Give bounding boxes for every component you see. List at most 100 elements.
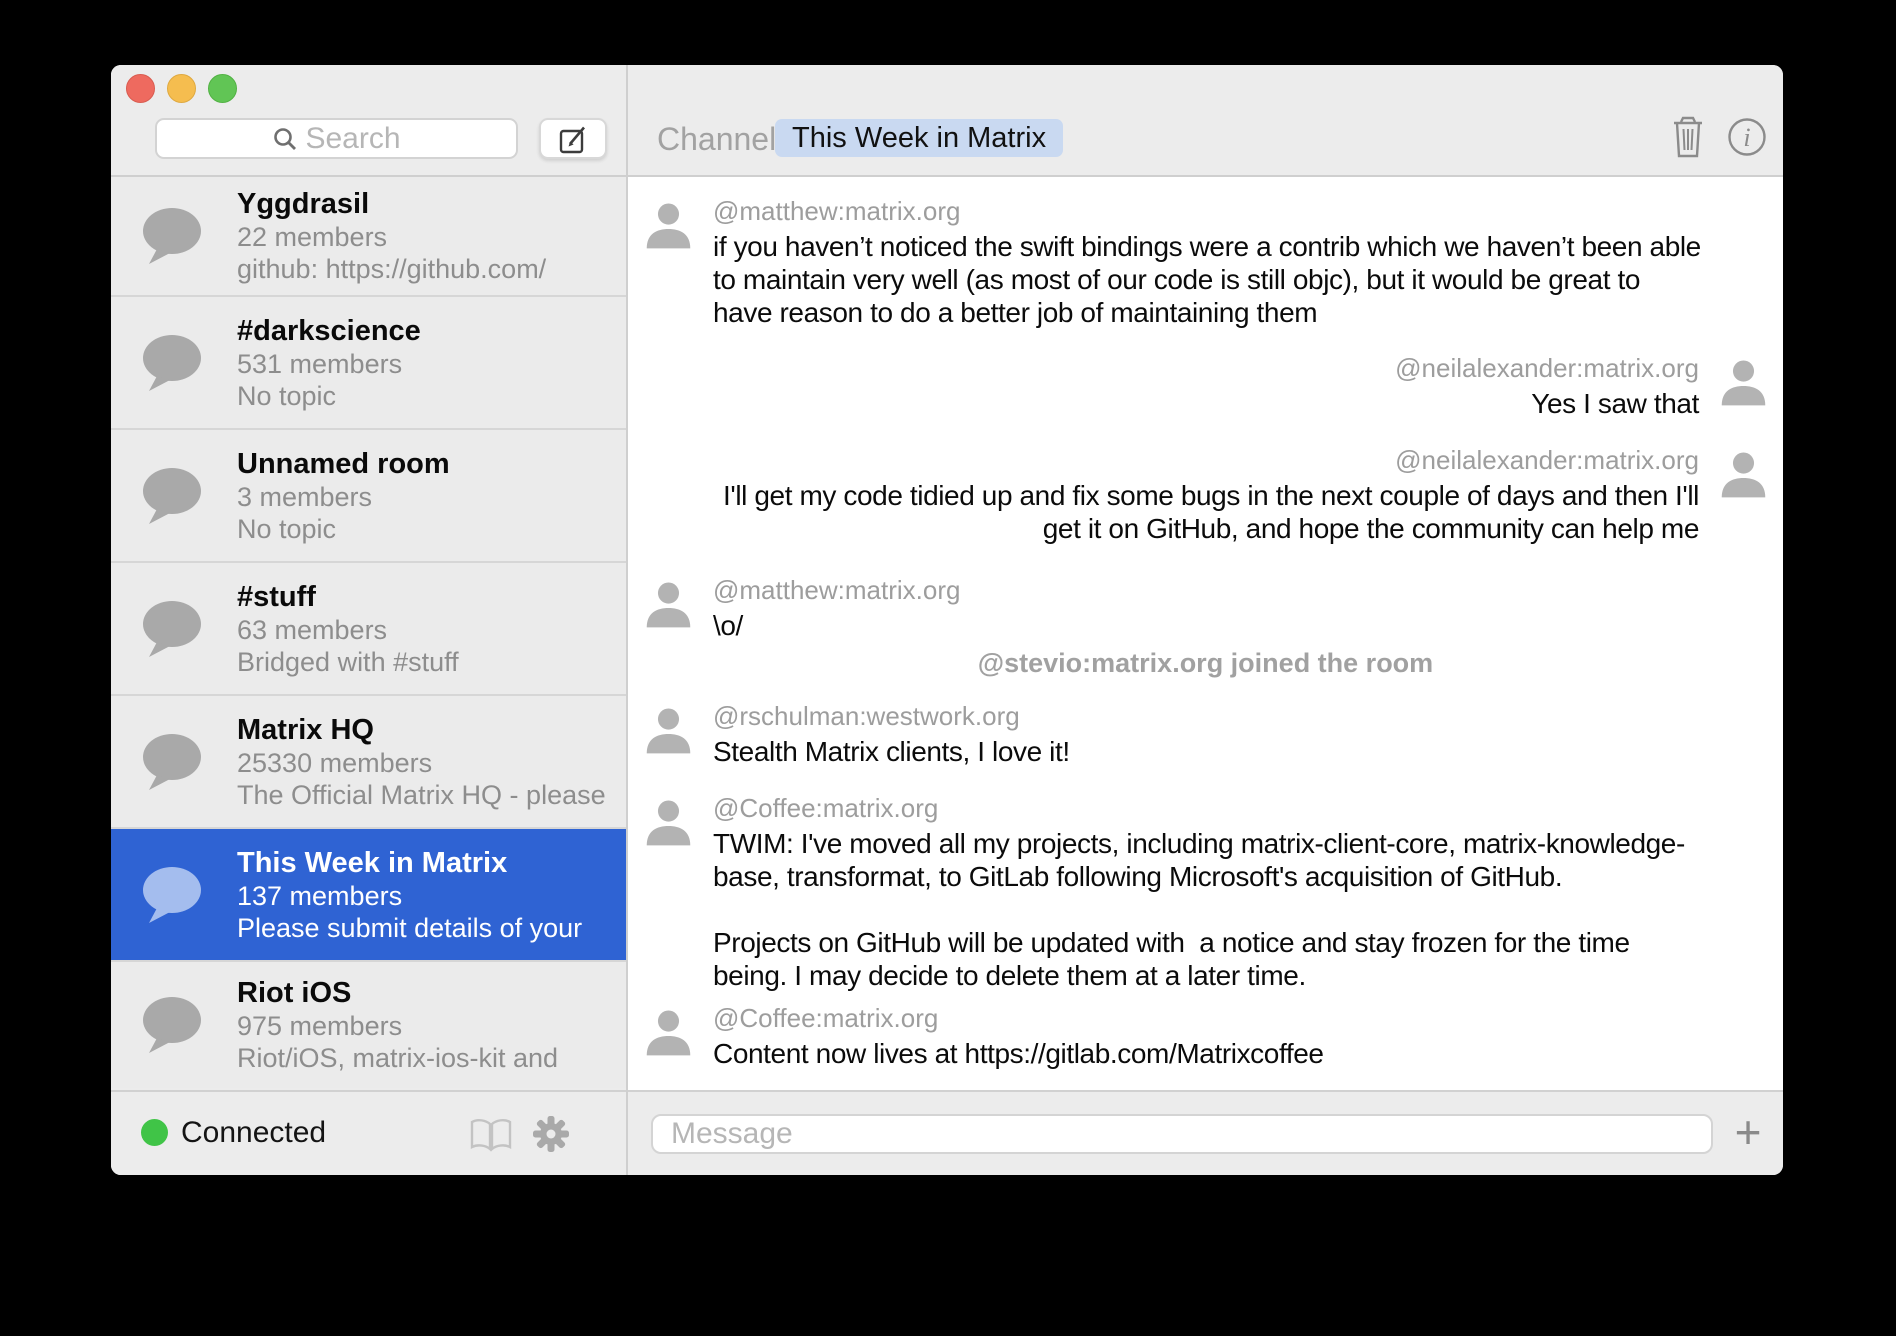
svg-text:i: i xyxy=(1743,123,1750,152)
message-group: @matthew:matrix.org if you haven’t notic… xyxy=(628,196,1783,329)
compose-icon xyxy=(557,123,589,155)
room-members: 531 members xyxy=(237,348,609,380)
room-topic: The Official Matrix HQ - please xyxy=(237,779,609,811)
speech-bubble-icon xyxy=(142,467,204,525)
room-members: 22 members xyxy=(237,221,609,253)
message-text xyxy=(713,893,1699,926)
message-group: @Coffee:matrix.org Content now lives at … xyxy=(628,1003,1783,1070)
room-row-darkscience[interactable]: #darkscience 531 members No topic xyxy=(111,297,626,430)
message-text: \o/ xyxy=(713,609,1699,642)
room-members: 3 members xyxy=(237,481,609,513)
room-members: 975 members xyxy=(237,1010,609,1042)
close-button[interactable] xyxy=(126,74,155,103)
message-sender: @matthew:matrix.org xyxy=(713,575,1699,605)
sidebar: Search Yggdrasil 22 members github: http… xyxy=(111,65,626,1175)
room-name: Unnamed room xyxy=(237,447,626,481)
sidebar-toolbar[interactable]: Search xyxy=(111,65,626,177)
room-row-riot-ios[interactable]: Riot iOS 975 members Riot/iOS, matrix-io… xyxy=(111,962,626,1088)
channel-toolbar[interactable]: Channel: This Week in Matrix i xyxy=(628,65,1783,177)
trash-icon xyxy=(1668,115,1708,159)
room-topic: Please submit details of your xyxy=(237,912,609,944)
room-name: #darkscience xyxy=(237,314,626,348)
room-topic: No topic xyxy=(237,513,609,545)
room-row-yggdrasil[interactable]: Yggdrasil 22 members github: https://git… xyxy=(111,177,626,297)
room-list: Yggdrasil 22 members github: https://git… xyxy=(111,177,626,1090)
room-topic: Riot/iOS, matrix-ios-kit and xyxy=(237,1042,609,1074)
message-text: Content now lives at https://gitlab.com/… xyxy=(713,1037,1699,1070)
room-row-stuff[interactable]: #stuff 63 members Bridged with #stuff xyxy=(111,563,626,696)
room-row-matrix-hq[interactable]: Matrix HQ 25330 members The Official Mat… xyxy=(111,696,626,829)
message-sender: @rschulman:westwork.org xyxy=(713,701,1699,731)
message-group: @Coffee:matrix.org TWIM: I've moved all … xyxy=(628,793,1783,992)
message-text: if you haven’t noticed the swift binding… xyxy=(713,230,1699,263)
room-name: #stuff xyxy=(237,580,626,614)
speech-bubble-icon xyxy=(142,334,204,392)
speech-bubble-icon xyxy=(142,600,204,658)
message-group: @neilalexander:matrix.org I'll get my co… xyxy=(628,445,1783,545)
person-avatar-icon xyxy=(640,795,697,850)
speech-bubble-icon xyxy=(142,996,204,1054)
person-avatar-icon xyxy=(1715,355,1772,410)
delete-room-button[interactable] xyxy=(1668,115,1708,162)
person-avatar-icon xyxy=(640,198,697,253)
message-text: to maintain very well (as most of our co… xyxy=(713,263,1699,296)
channel-label: Channel: xyxy=(657,121,785,158)
message-text: get it on GitHub, and hope the community… xyxy=(713,512,1699,545)
message-text: have reason to do a better job of mainta… xyxy=(713,296,1699,329)
message-text: Stealth Matrix clients, I love it! xyxy=(713,735,1699,768)
message-sender: @neilalexander:matrix.org xyxy=(713,353,1699,383)
plus-icon: + xyxy=(1735,1106,1762,1158)
speech-bubble-icon xyxy=(142,866,204,924)
room-name: Matrix HQ xyxy=(237,713,626,747)
connection-status-dot xyxy=(141,1119,168,1146)
book-icon xyxy=(469,1118,513,1152)
minimize-button[interactable] xyxy=(167,74,196,103)
message-timeline[interactable]: @matthew:matrix.org if you haven’t notic… xyxy=(628,177,1783,1090)
message-sender: @Coffee:matrix.org xyxy=(713,1003,1699,1033)
search-input[interactable]: Search xyxy=(155,118,518,159)
message-sender: @Coffee:matrix.org xyxy=(713,793,1699,823)
system-message: @stevio:matrix.org joined the room xyxy=(628,648,1783,679)
search-placeholder: Search xyxy=(305,122,400,156)
room-topic: No topic xyxy=(237,380,609,412)
speech-bubble-icon xyxy=(142,733,204,791)
room-name: Riot iOS xyxy=(237,976,626,1010)
info-icon: i xyxy=(1727,117,1767,157)
message-sender: @matthew:matrix.org xyxy=(713,196,1699,226)
room-name: Yggdrasil xyxy=(237,187,626,221)
message-text: base, transformat, to GitLab following M… xyxy=(713,860,1699,893)
person-avatar-icon xyxy=(640,577,697,632)
status-bar: Connected xyxy=(111,1090,626,1175)
message-group: @neilalexander:matrix.org Yes I saw that xyxy=(628,353,1783,420)
message-group: @rschulman:westwork.org Stealth Matrix c… xyxy=(628,701,1783,768)
room-topic: Bridged with #stuff xyxy=(237,646,609,678)
message-sender: @neilalexander:matrix.org xyxy=(713,445,1699,475)
attach-button[interactable]: + xyxy=(1726,1104,1770,1160)
app-window: Search Yggdrasil 22 members github: http… xyxy=(111,65,1783,1175)
message-text: I'll get my code tidied up and fix some … xyxy=(713,479,1699,512)
composer-bar: + xyxy=(628,1090,1783,1175)
search-icon xyxy=(272,126,298,152)
sidebar-divider xyxy=(626,65,628,1175)
bookmarks-button[interactable] xyxy=(469,1118,513,1155)
room-members: 137 members xyxy=(237,880,609,912)
message-text: being. I may decide to delete them at a … xyxy=(713,959,1699,992)
message-text: Projects on GitHub will be updated with … xyxy=(713,926,1699,959)
settings-button[interactable] xyxy=(531,1114,571,1157)
message-group: @matthew:matrix.org \o/ xyxy=(628,575,1783,642)
message-input[interactable] xyxy=(651,1114,1713,1154)
message-text: Yes I saw that xyxy=(713,387,1699,420)
person-avatar-icon xyxy=(640,1005,697,1060)
person-avatar-icon xyxy=(1715,447,1772,502)
channel-name-pill[interactable]: This Week in Matrix xyxy=(775,119,1063,157)
main-panel: Channel: This Week in Matrix i xyxy=(628,65,1783,1175)
zoom-button[interactable] xyxy=(208,74,237,103)
room-members: 25330 members xyxy=(237,747,609,779)
compose-button[interactable] xyxy=(539,118,607,159)
room-info-button[interactable]: i xyxy=(1727,117,1767,160)
room-members: 63 members xyxy=(237,614,609,646)
room-row-unnamed[interactable]: Unnamed room 3 members No topic xyxy=(111,430,626,563)
room-row-this-week-in-matrix[interactable]: This Week in Matrix 137 members Please s… xyxy=(111,829,626,962)
connection-status-label: Connected xyxy=(181,1116,326,1150)
room-name: This Week in Matrix xyxy=(237,846,626,880)
